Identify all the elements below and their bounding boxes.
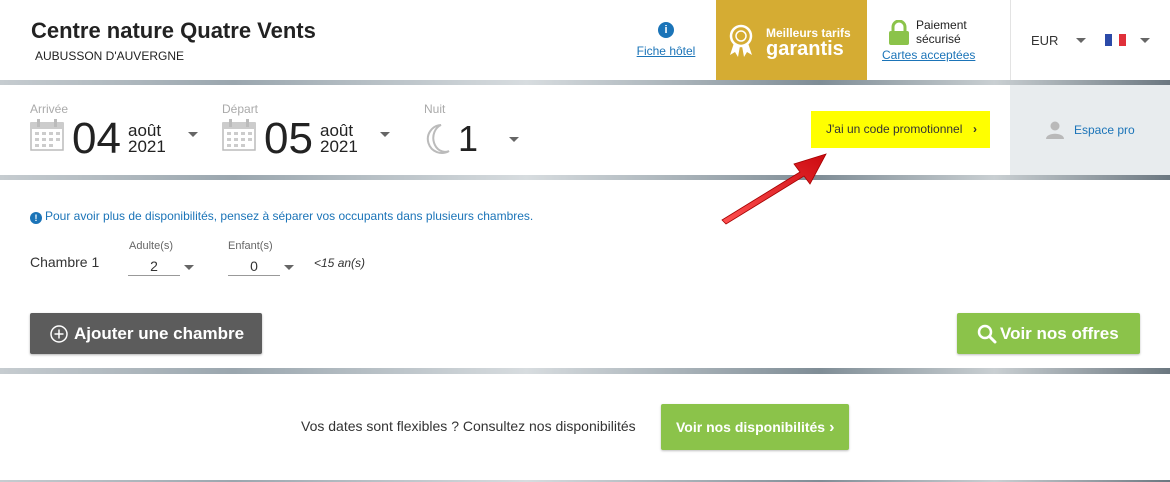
info-icon: ! [30,212,42,224]
plus-circle-icon [50,325,68,343]
fr-flag-icon[interactable] [1105,34,1126,46]
person-icon [1046,121,1064,139]
accepted-cards-link[interactable]: Cartes acceptées [882,48,975,62]
flexible-dates-panel: Vos dates sont flexibles ? Consultez nos… [0,374,1170,480]
arrival-label: Arrivée [30,102,69,116]
header: Centre nature Quatre Vents AUBUSSON D'AU… [0,0,1170,80]
chevron-down-icon[interactable] [509,137,519,142]
children-select[interactable]: 0 [228,256,280,276]
hotel-name: Centre nature Quatre Vents [31,18,316,43]
adults-select[interactable]: 2 [128,256,180,276]
nights-value[interactable]: 1 [458,118,478,160]
availability-notice-text: Pour avoir plus de disponibilités, pense… [45,209,534,223]
departure-year: 2021 [320,137,358,156]
hotel-city: AUBUSSON D'AUVERGNE [35,49,184,63]
add-room-button[interactable]: Ajouter une chambre [30,313,262,354]
rooms-panel: ! Pour avoir plus de disponibilités, pens… [0,180,1170,368]
chevron-down-icon[interactable] [1076,38,1086,43]
chevron-right-icon: › [829,419,835,436]
adults-label: Adulte(s) [129,240,174,252]
chevron-down-icon[interactable] [380,132,390,137]
date-selector: Arrivée 04 août 2021 Départ 05 août 2021… [0,85,1170,175]
calendar-icon[interactable] [222,119,256,151]
chevron-down-icon[interactable] [1140,38,1150,43]
nights-label: Nuit [424,102,446,116]
chevron-down-icon[interactable] [188,132,198,137]
view-offers-label: Voir nos offres [1000,324,1119,343]
add-room-label: Ajouter une chambre [74,324,245,343]
hotel-info-label[interactable]: Fiche hôtel [630,44,702,58]
espace-pro-label: Espace pro [1074,123,1135,137]
divider [1010,0,1011,80]
chevron-down-icon[interactable] [284,265,294,270]
departure-label: Départ [222,102,259,116]
room-label: Chambre 1 [30,254,100,270]
children-age-note: <15 an(s) [314,256,366,270]
flexible-dates-text: Vos dates sont flexibles ? Consultez nos… [301,418,636,434]
children-label: Enfant(s) [228,240,273,252]
chevron-right-icon: › [973,122,977,136]
best-rates-badge: Meilleurs tarifs garantis [716,0,867,80]
info-icon: i [658,22,674,38]
availability-notice: ! Pour avoir plus de disponibilités, pens… [30,209,533,224]
lock-icon [889,20,909,45]
view-availability-label: Voir nos disponibilités [676,419,826,435]
medal-icon [729,24,753,57]
view-availability-button[interactable]: Voir nos disponibilités › [661,404,849,450]
best-rates-line2: garantis [766,38,844,60]
arrival-day[interactable]: 04 [72,114,121,164]
view-offers-button[interactable]: Voir nos offres [957,313,1140,354]
chevron-down-icon[interactable] [184,265,194,270]
search-icon [977,324,997,344]
annotation-arrow-icon [721,153,827,225]
arrival-year: 2021 [128,137,166,156]
hotel-info-link[interactable]: i Fiche hôtel [630,20,702,58]
espace-pro-button[interactable]: Espace pro [1010,85,1170,175]
calendar-icon[interactable] [30,119,64,151]
promo-code-button[interactable]: J'ai un code promotionnel › [811,111,990,148]
departure-day[interactable]: 05 [264,114,313,164]
currency-select[interactable]: EUR [1031,33,1058,48]
secure-payment-label: Paiement sécurisé [916,18,967,46]
promo-code-label: J'ai un code promotionnel [826,122,963,136]
moon-icon [426,124,450,154]
